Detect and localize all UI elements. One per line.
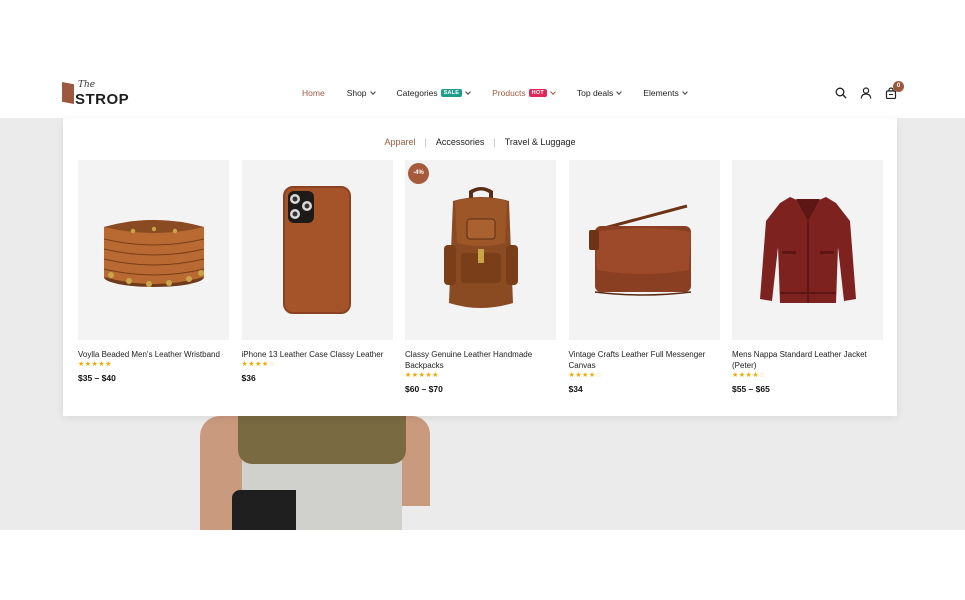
chevron-down-icon	[465, 88, 471, 95]
products-mega-menu: Apparel | Accessories | Travel & Luggage	[63, 118, 897, 416]
product-price: $60 – $70	[405, 384, 443, 394]
tab-divider: |	[493, 137, 496, 147]
product-card[interactable]: Vintage Crafts Leather Full Messenger Ca…	[568, 160, 720, 394]
logo-mark-icon	[62, 82, 74, 104]
product-image-messenger-bag[interactable]	[568, 160, 720, 340]
tab-accessories[interactable]: Accessories	[436, 137, 485, 147]
brand-logo[interactable]: The STROP	[62, 80, 132, 110]
tab-travel-luggage[interactable]: Travel & Luggage	[505, 137, 576, 147]
product-price: $34	[568, 384, 583, 394]
nav-item-label: Elements	[643, 88, 679, 98]
product-name[interactable]: Mens Nappa Standard Leather Jacket (Pete…	[732, 349, 883, 371]
product-image-leather-jacket[interactable]	[732, 160, 883, 340]
logo-the-text: The	[78, 80, 96, 90]
product-name[interactable]: Classy Genuine Leather Handmade Backpack…	[405, 349, 556, 371]
product-card[interactable]: -4% Classy Genuine Leather Handmade Back…	[405, 160, 556, 394]
nav-item-top-deals[interactable]: Top deals	[576, 88, 623, 98]
tab-divider: |	[424, 137, 427, 147]
sale-badge: SALE	[440, 89, 463, 97]
nav-item-label: Products	[492, 88, 526, 98]
tab-apparel[interactable]: Apparel	[385, 137, 416, 147]
nav-item-shop[interactable]: Shop	[346, 88, 376, 98]
star-rating: ★★★★☆	[732, 372, 766, 379]
discount-badge: -4%	[408, 163, 429, 184]
user-icon[interactable]	[860, 86, 874, 100]
product-price: $36	[241, 373, 256, 383]
hot-badge: HOT	[528, 89, 547, 97]
search-icon[interactable]	[835, 86, 849, 100]
product-card[interactable]: iPhone 13 Leather Case Classy Leather ★★…	[241, 160, 393, 394]
product-card[interactable]: Mens Nappa Standard Leather Jacket (Pete…	[732, 160, 883, 394]
chevron-down-icon	[550, 88, 556, 95]
logo-name-text: STROP	[75, 91, 130, 108]
nav-item-home[interactable]: Home	[302, 88, 325, 98]
header-actions: 0	[835, 81, 910, 100]
star-rating: ★★★★☆	[568, 372, 603, 379]
nav-item-label: Shop	[346, 88, 367, 98]
nav-item-label: Categories	[396, 88, 438, 98]
main-nav: Home Shop Categories SALE Products HOT T…	[302, 88, 709, 98]
star-rating: ★★★★☆	[241, 361, 276, 368]
hero-model-image	[200, 416, 430, 530]
product-name[interactable]: Voylla Beaded Men's Leather Wristband	[78, 349, 229, 360]
star-rating: ★★★★★	[405, 372, 439, 379]
nav-item-label: Home	[302, 88, 325, 98]
chevron-down-icon	[616, 88, 623, 95]
product-name[interactable]: iPhone 13 Leather Case Classy Leather	[242, 349, 393, 360]
nav-item-products[interactable]: Products HOT	[492, 88, 556, 98]
product-card[interactable]: Voylla Beaded Men's Leather Wristband ★★…	[78, 160, 229, 394]
nav-item-label: Top deals	[576, 88, 614, 98]
category-tabs: Apparel | Accessories | Travel & Luggage	[63, 137, 897, 147]
product-image-phone-case[interactable]	[241, 160, 393, 340]
chevron-down-icon	[369, 88, 376, 95]
product-image-backpack[interactable]: -4%	[405, 160, 556, 340]
chevron-down-icon	[681, 88, 688, 95]
product-price: $55 – $65	[732, 384, 770, 394]
product-price: $35 – $40	[78, 373, 116, 383]
site-header: The STROP Home Shop Categories SALE Prod…	[0, 70, 965, 118]
cart-count-badge: 0	[893, 81, 904, 92]
star-rating: ★★★★★	[78, 361, 112, 368]
nav-item-categories[interactable]: Categories SALE	[397, 88, 471, 98]
product-image-wristband[interactable]	[78, 160, 229, 340]
nav-item-elements[interactable]: Elements	[643, 88, 688, 98]
product-name[interactable]: Vintage Crafts Leather Full Messenger Ca…	[569, 349, 720, 371]
shopping-bag-icon[interactable]: 0	[885, 81, 904, 100]
product-grid: Voylla Beaded Men's Leather Wristband ★★…	[78, 160, 896, 394]
